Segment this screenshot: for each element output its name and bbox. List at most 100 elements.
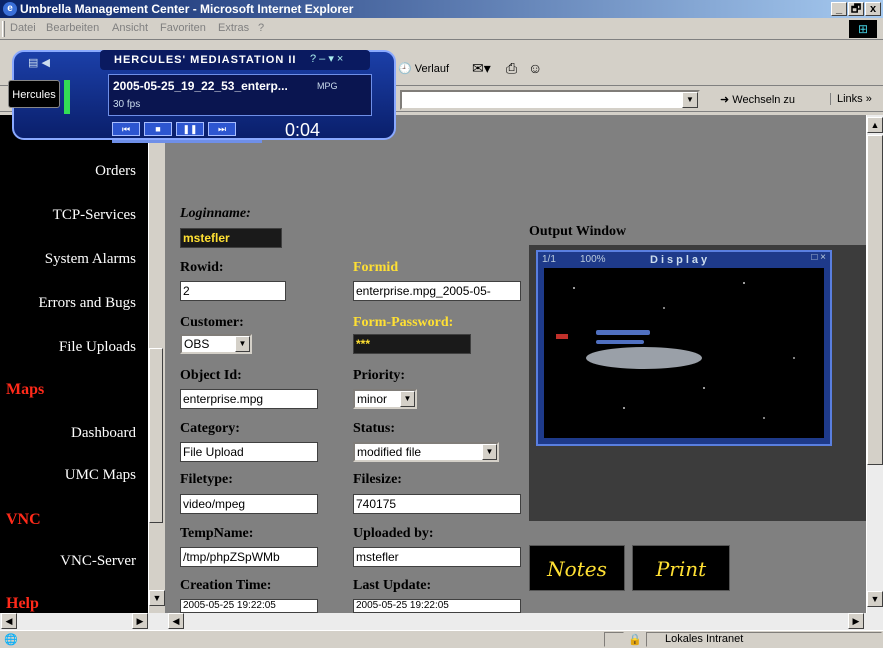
- windows-logo-icon: ⊞: [849, 20, 877, 38]
- uploadedby-input[interactable]: mstefler: [353, 547, 521, 567]
- player-time: 0:04: [285, 120, 321, 140]
- print-button[interactable]: Print: [632, 545, 730, 591]
- starship-video-frame: [556, 282, 795, 419]
- status-select[interactable]: modified file ▼: [353, 442, 499, 462]
- address-dropdown-button[interactable]: ▼: [682, 92, 698, 108]
- display-window-controls[interactable]: □ ×: [811, 252, 826, 263]
- output-window-label: Output Window: [529, 224, 627, 239]
- scroll-down-button[interactable]: ▼: [867, 591, 883, 607]
- player-window-controls[interactable]: ? – ▾ ×: [310, 52, 343, 65]
- seek-bar[interactable]: [112, 140, 262, 143]
- rowid-input[interactable]: 2: [180, 281, 286, 301]
- nav-system-alarms[interactable]: System Alarms: [45, 251, 136, 268]
- hercules-logo: Hercules: [8, 80, 60, 108]
- go-button[interactable]: ➜ Wechseln zu: [720, 93, 795, 106]
- history-icon: 🕘: [398, 63, 412, 75]
- scroll-left-button[interactable]: ◀: [168, 613, 184, 629]
- form-password-input[interactable]: ***: [353, 334, 471, 354]
- nav-vnc-heading[interactable]: VNC: [6, 511, 41, 529]
- previous-button[interactable]: ⏮: [112, 122, 140, 136]
- window-title: Umbrella Management Center - Microsoft I…: [20, 2, 354, 16]
- menu-extras[interactable]: Extras: [218, 22, 249, 34]
- formid-input[interactable]: enterprise.mpg_2005-05-: [353, 281, 521, 301]
- status-divider: [604, 632, 624, 647]
- uploadedby-label: Uploaded by:: [353, 526, 434, 541]
- nav-orders[interactable]: Orders: [95, 163, 136, 180]
- last-update-input[interactable]: 2005-05-25 19:22:05: [353, 599, 521, 613]
- menu-favoriten[interactable]: Favoriten: [160, 22, 206, 34]
- page-vertical-scrollbar[interactable]: ▲ ▼: [866, 115, 883, 613]
- nav-umc-maps[interactable]: UMC Maps: [65, 467, 136, 484]
- track-format: MPG: [317, 81, 338, 91]
- filetype-input[interactable]: video/mpeg: [180, 494, 318, 514]
- customer-select[interactable]: OBS ▼: [180, 334, 252, 354]
- nav-scroll-thumb[interactable]: [149, 348, 163, 523]
- menu-help[interactable]: ?: [258, 22, 264, 34]
- security-zone: Lokales Intranet: [646, 632, 882, 647]
- maximize-button[interactable]: 🗗: [848, 2, 864, 16]
- next-button[interactable]: ⏭: [208, 122, 236, 136]
- nav-scrollbar[interactable]: ▼: [148, 115, 165, 613]
- nav-tcp-services[interactable]: TCP-Services: [53, 207, 136, 224]
- notes-button[interactable]: Notes: [529, 545, 625, 591]
- status-label: Status:: [353, 421, 396, 436]
- nav-file-uploads[interactable]: File Uploads: [59, 339, 136, 356]
- close-button[interactable]: x: [865, 2, 881, 16]
- minimize-button[interactable]: _: [831, 2, 847, 16]
- left-navigation: Orders TCP-Services System Alarms Errors…: [0, 115, 148, 613]
- menu-ansicht[interactable]: Ansicht: [112, 22, 148, 34]
- status-bar: 🌐 🔒 Lokales Intranet: [0, 630, 883, 648]
- nav-help-heading[interactable]: Help: [6, 595, 39, 613]
- nav-errors-bugs[interactable]: Errors and Bugs: [39, 295, 137, 312]
- nav-scroll-down-button[interactable]: ▼: [149, 590, 165, 606]
- nav-scroll-right-button[interactable]: ▶: [132, 613, 148, 629]
- print-icon[interactable]: ⎙: [506, 60, 517, 77]
- menu-datei[interactable]: Datei: [10, 22, 36, 34]
- pause-button[interactable]: ❚❚: [176, 122, 204, 136]
- stop-button[interactable]: ■: [144, 122, 172, 136]
- horizontal-scrollbar[interactable]: ◀ ▶ ◀ ▶: [0, 613, 883, 630]
- ie-icon: e: [3, 2, 17, 16]
- status-value: modified file: [357, 445, 422, 459]
- priority-value: minor: [357, 392, 388, 406]
- objectid-label: Object Id:: [180, 368, 242, 383]
- menu-bearbeiten[interactable]: Bearbeiten: [46, 22, 99, 34]
- nav-vnc-server[interactable]: VNC-Server: [60, 553, 136, 570]
- filesize-input[interactable]: 740175: [353, 494, 521, 514]
- priority-select[interactable]: minor ▼: [353, 389, 417, 409]
- last-update-label: Last Update:: [353, 578, 432, 593]
- address-input[interactable]: [400, 90, 700, 110]
- priority-label: Priority:: [353, 368, 406, 383]
- filesize-label: Filesize:: [353, 472, 402, 487]
- tempname-input[interactable]: /tmp/phpZSpWMb: [180, 547, 318, 567]
- go-arrow-icon: ➜: [720, 94, 730, 106]
- filetype-label: Filetype:: [180, 472, 233, 487]
- nav-maps-heading[interactable]: Maps: [6, 381, 44, 399]
- mail-icon[interactable]: ✉▾: [472, 60, 491, 77]
- player-display: 2005-05-25_19_22_53_enterp... MPG 30 fps: [108, 74, 372, 116]
- scroll-right-button[interactable]: ▶: [848, 613, 864, 629]
- creation-time-input[interactable]: 2005-05-25 19:22:05: [180, 599, 318, 613]
- nav-scroll-left-button[interactable]: ◀: [1, 613, 17, 629]
- category-input[interactable]: File Upload: [180, 442, 318, 462]
- history-button[interactable]: 🕘 Verlauf: [398, 62, 449, 75]
- history-label: Verlauf: [414, 63, 450, 75]
- form-password-label: Form-Password:: [353, 315, 454, 330]
- volume-level[interactable]: [64, 80, 70, 114]
- tempname-label: TempName:: [180, 526, 254, 541]
- loginname-label: Loginname:: [180, 206, 251, 221]
- objectid-input[interactable]: enterprise.mpg: [180, 389, 318, 409]
- track-fps: 30 fps: [113, 99, 141, 110]
- chevron-down-icon: ▼: [400, 391, 415, 407]
- go-label: Wechseln zu: [732, 94, 796, 106]
- zone-label: Lokales Intranet: [665, 633, 744, 645]
- links-button[interactable]: Links »: [830, 93, 872, 105]
- messenger-icon[interactable]: ☺: [528, 60, 542, 76]
- nav-dashboard[interactable]: Dashboard: [71, 425, 136, 442]
- toolbar-grip: [2, 21, 5, 37]
- chevron-down-icon: ▼: [482, 444, 497, 460]
- rowid-label: Rowid:: [180, 260, 224, 275]
- scroll-thumb[interactable]: [867, 135, 883, 465]
- player-menu-icons[interactable]: ▤ ◀: [28, 56, 50, 69]
- scroll-up-button[interactable]: ▲: [867, 117, 883, 133]
